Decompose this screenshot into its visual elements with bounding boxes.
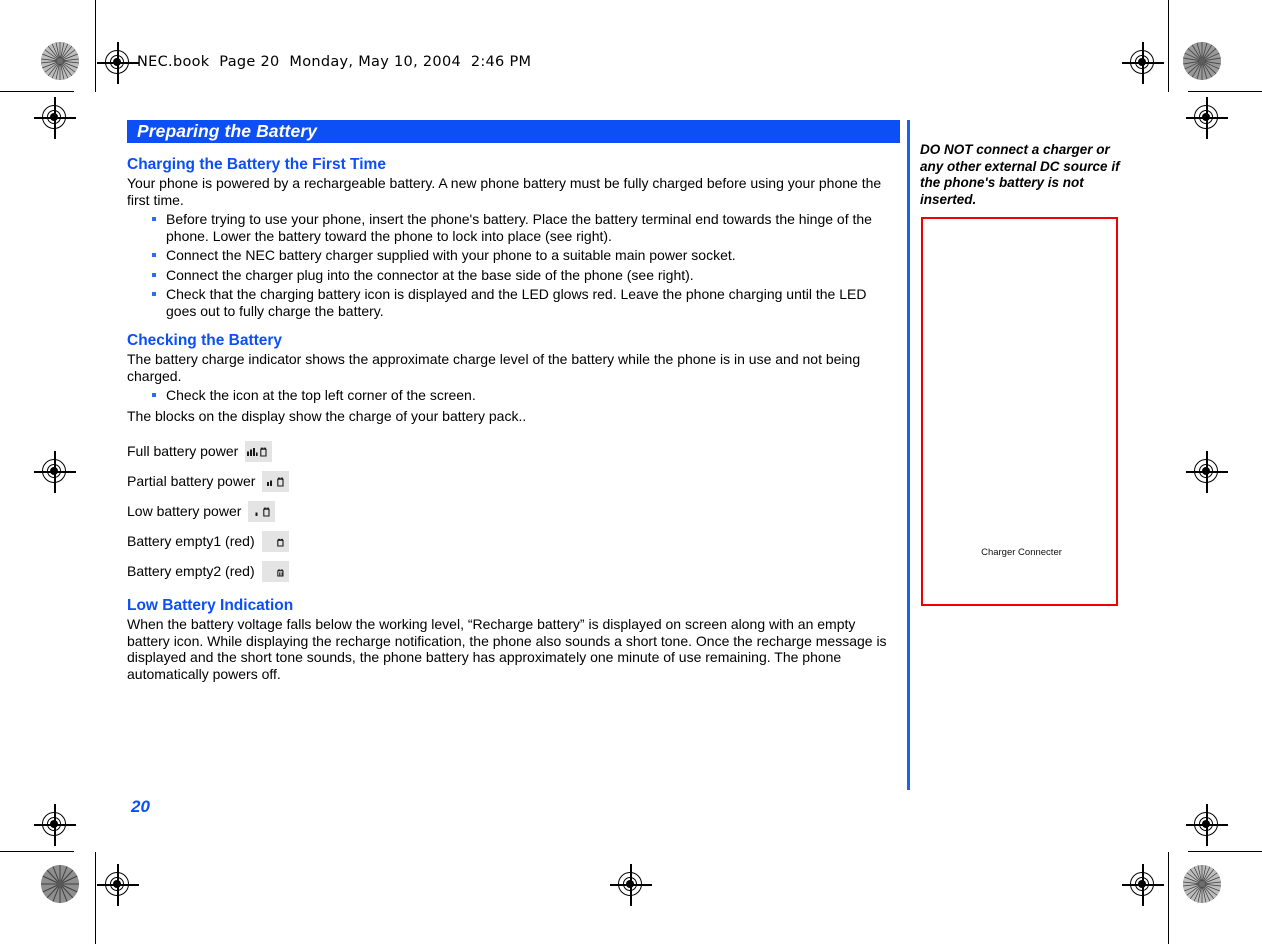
- registration-starburst-bottom-right: [1183, 865, 1221, 903]
- main-content-column: Preparing the Battery Charging the Batte…: [127, 120, 900, 682]
- page-number: 20: [131, 797, 150, 816]
- trim-mark-right-bottom-horizontal: [1188, 851, 1262, 853]
- battery-level-label: Full battery power: [127, 443, 239, 459]
- bullet-list-checking-steps: Check the icon at the top left corner of…: [127, 387, 900, 404]
- book-header-line: NEC.book Page 20 Monday, May 10, 2004 2:…: [137, 54, 532, 70]
- registration-target-right-lower: [1186, 804, 1228, 846]
- charger-connector-figure: Charger Connecter: [921, 217, 1118, 606]
- heading-charging-battery: Charging the Battery the First Time: [127, 156, 386, 173]
- trim-mark-top-left-vertical: [95, 0, 97, 92]
- bullet-list-charging-steps: Before trying to use your phone, insert …: [127, 211, 900, 319]
- trim-mark-bottom-left-vertical: [95, 852, 97, 944]
- battery-level-row: Battery empty2 (red): [127, 556, 900, 586]
- trim-mark-right-top-horizontal: [1188, 91, 1262, 93]
- battery-level-row: Low battery power: [127, 496, 900, 526]
- trim-mark-bottom-right-vertical: [1168, 852, 1170, 944]
- list-item: Check the icon at the top left corner of…: [145, 387, 900, 404]
- list-item: Check that the charging battery icon is …: [145, 286, 900, 319]
- trim-mark-left-top-horizontal: [0, 91, 74, 93]
- list-item: Connect the NEC battery charger supplied…: [145, 247, 900, 264]
- heading-checking-battery: Checking the Battery: [127, 332, 283, 349]
- registration-target-left-upper: [34, 97, 76, 139]
- registration-target-right-upper: [1186, 97, 1228, 139]
- registration-target-left-middle: [34, 451, 76, 493]
- battery-level-row: Partial battery power: [127, 466, 900, 496]
- registration-target-bottom-left-inner: [97, 864, 139, 906]
- paragraph-checking-intro: The battery charge indicator shows the a…: [127, 351, 861, 384]
- paragraph-charging-intro: Your phone is powered by a rechargeable …: [127, 175, 882, 208]
- list-item: Before trying to use your phone, insert …: [145, 211, 900, 244]
- column-divider: [907, 120, 910, 790]
- heading-low-battery-indication: Low Battery Indication: [127, 597, 294, 614]
- paragraph-low-battery-intro: When the battery voltage falls below the…: [127, 616, 887, 682]
- registration-starburst-top-right: [1183, 42, 1221, 80]
- battery-level-label: Battery empty2 (red): [127, 563, 255, 579]
- battery-level-label: Partial battery power: [127, 473, 256, 489]
- registration-target-top-right-inner: [1122, 42, 1164, 84]
- registration-target-bottom-right-inner: [1122, 864, 1164, 906]
- battery-level-row: Full battery power: [127, 436, 900, 466]
- registration-starburst-bottom-left: [41, 865, 79, 903]
- figure-caption-charger-connector: Charger Connecter: [981, 547, 1062, 558]
- section-title-bar: Preparing the Battery: [127, 120, 900, 143]
- manual-page: NEC.book Page 20 Monday, May 10, 2004 2:…: [0, 0, 1262, 944]
- registration-target-top-left-inner: [97, 42, 139, 84]
- registration-target-left-lower: [34, 804, 76, 846]
- registration-target-bottom-center: [610, 864, 652, 906]
- sidebar-warning-note: DO NOT connect a charger or any other ex…: [920, 142, 1120, 207]
- battery-level-row: Battery empty1 (red): [127, 526, 900, 556]
- battery-partial-icon: [262, 470, 290, 492]
- battery-empty2-icon: [261, 560, 289, 582]
- registration-starburst-top-left: [41, 42, 79, 80]
- battery-level-label: Battery empty1 (red): [127, 533, 255, 549]
- battery-low-icon: [248, 500, 276, 522]
- battery-empty1-icon: [261, 530, 289, 552]
- battery-level-label: Low battery power: [127, 503, 242, 519]
- registration-target-right-middle: [1186, 451, 1228, 493]
- battery-full-icon: [245, 440, 273, 462]
- trim-mark-top-right-vertical: [1168, 0, 1170, 92]
- paragraph-checking-outro: The blocks on the display show the charg…: [127, 407, 527, 424]
- trim-mark-left-bottom-horizontal: [0, 851, 74, 853]
- battery-level-list: Full battery power Partial battery power: [127, 436, 900, 586]
- list-item: Connect the charger plug into the connec…: [145, 267, 900, 284]
